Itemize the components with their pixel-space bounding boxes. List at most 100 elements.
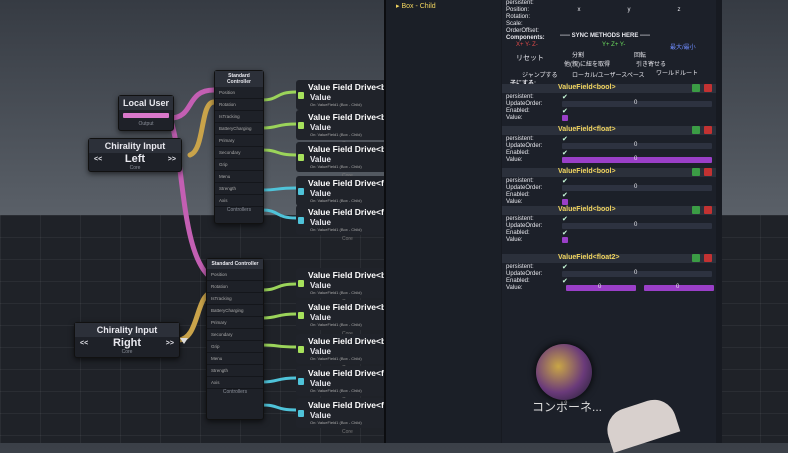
delete-icon[interactable] bbox=[704, 206, 712, 214]
update-order-value: 0 bbox=[634, 184, 638, 190]
enabled-checkbox[interactable]: ✔ bbox=[562, 277, 568, 285]
controller-bottom-title: Standard Controller bbox=[207, 259, 263, 269]
value-field-row: persistent: bbox=[506, 216, 720, 222]
local-user-title: Local User bbox=[119, 96, 173, 110]
duplicate-icon[interactable] bbox=[692, 84, 700, 92]
enabled-checkbox[interactable]: ✔ bbox=[562, 107, 568, 115]
value-field-row: Enabled: bbox=[506, 230, 720, 236]
value-field-row-label: Enabled: bbox=[506, 278, 530, 284]
value-field-title: ValueField<bool> bbox=[558, 168, 616, 175]
enabled-checkbox[interactable]: ✔ bbox=[562, 191, 568, 199]
drive-input-port[interactable] bbox=[298, 122, 304, 129]
mirror-button[interactable]: 引き寄せる bbox=[636, 59, 666, 68]
drive-input-port[interactable] bbox=[298, 378, 304, 385]
scale-label: 最大/最小 bbox=[670, 45, 696, 51]
controller-bottom-row: Grip bbox=[207, 341, 263, 353]
drive-input-port[interactable] bbox=[298, 92, 304, 99]
controller-bottom-rows: Position Rotation IsTracking BatteryChargin… bbox=[207, 269, 263, 389]
update-order-value: 0 bbox=[634, 222, 638, 228]
hierarchy-item[interactable]: ▸ Box - Child bbox=[396, 2, 436, 10]
value-field-row-label: Value: bbox=[506, 285, 523, 291]
enabled-checkbox[interactable]: ✔ bbox=[562, 149, 568, 157]
value-field-row: persistent: bbox=[506, 264, 720, 270]
controller-bottom-row: BatteryCharging bbox=[207, 305, 263, 317]
drive-input-port[interactable] bbox=[298, 410, 304, 417]
value-field-row: Enabled: bbox=[506, 192, 720, 198]
value-field-row: Enabled: bbox=[506, 150, 720, 156]
delete-icon[interactable] bbox=[704, 84, 712, 92]
reset-button[interactable]: リセット bbox=[516, 53, 544, 63]
standard-controller-bottom[interactable]: Standard Controller Position Rotation IsTr… bbox=[206, 258, 264, 420]
value-field-row-label: persistent: bbox=[506, 94, 534, 100]
axis-label-x: X+ Y- Z- bbox=[516, 42, 538, 48]
user-output-port[interactable] bbox=[123, 113, 169, 118]
persistent-checkbox[interactable]: ✔ bbox=[562, 177, 568, 185]
enabled-checkbox[interactable]: ✔ bbox=[562, 229, 568, 237]
chirality-right-prev-button[interactable]: << bbox=[80, 340, 88, 347]
local-user-node[interactable]: Local User Output bbox=[118, 95, 174, 131]
drive-input-port[interactable] bbox=[298, 346, 304, 353]
delete-icon[interactable] bbox=[704, 254, 712, 262]
value-field-title: ValueField<bool> bbox=[558, 84, 616, 91]
value-field-header: ValueField<bool> bbox=[502, 168, 716, 177]
controller-bottom-row: Primary bbox=[207, 317, 263, 329]
persistent-checkbox[interactable]: ✔ bbox=[562, 215, 568, 223]
value-field-row-label: persistent: bbox=[506, 178, 534, 184]
value-field-row-label: persistent: bbox=[506, 264, 534, 270]
value-field-row-label: UpdateOrder: bbox=[506, 185, 543, 191]
duplicate-icon[interactable] bbox=[692, 254, 700, 262]
set-parent-button[interactable]: 他(親)に紐を取得 bbox=[564, 59, 610, 68]
drive-input-port[interactable] bbox=[298, 280, 304, 287]
split-button[interactable]: 分割 bbox=[572, 50, 584, 59]
transform-label-0: persistent: bbox=[506, 0, 534, 6]
standard-controller-top[interactable]: Standard Controller Position Rotation IsTr… bbox=[214, 70, 264, 224]
persistent-checkbox[interactable]: ✔ bbox=[562, 263, 568, 271]
drive-input-port[interactable] bbox=[298, 188, 304, 195]
chirality-right-next-button[interactable]: >> bbox=[166, 340, 174, 347]
component-inspector: persistent: Position: Rotation: Scale: O… bbox=[502, 0, 716, 443]
controller-top-row: Primary bbox=[215, 135, 263, 147]
controller-bottom-row: Secondary bbox=[207, 329, 263, 341]
value-checkbox[interactable] bbox=[562, 237, 568, 243]
controller-top-row: IsTracking bbox=[215, 111, 263, 123]
drive-input-port[interactable] bbox=[298, 312, 304, 319]
chirality-left-next-button[interactable]: >> bbox=[168, 156, 176, 163]
drive-input-port[interactable] bbox=[298, 217, 304, 224]
delete-icon[interactable] bbox=[704, 126, 712, 134]
controller-bottom-row: Axis bbox=[207, 377, 263, 389]
duplicate-icon[interactable] bbox=[692, 168, 700, 176]
value-field-row-label: Value: bbox=[506, 237, 523, 243]
duplicate-icon[interactable] bbox=[692, 206, 700, 214]
value-field-header: ValueField<float> bbox=[502, 126, 716, 135]
controller-top-row: Position bbox=[215, 87, 263, 99]
local-user-sub: Output bbox=[138, 121, 154, 127]
value-field-title: ValueField<float2> bbox=[558, 254, 620, 261]
value-checkbox[interactable] bbox=[562, 199, 568, 205]
chirality-right-node[interactable]: Chirality Input << Right >> Core bbox=[74, 322, 180, 358]
controller-top-row: Strength bbox=[215, 183, 263, 195]
value-field-row-label: UpdateOrder: bbox=[506, 271, 543, 277]
sync-methods-label: ----- SYNC METHODS HERE ----- bbox=[560, 33, 650, 39]
update-order-value: 0 bbox=[634, 100, 638, 106]
value-checkbox[interactable] bbox=[562, 115, 568, 121]
update-order-value: 0 bbox=[634, 270, 638, 276]
world-root-button[interactable]: ワールドルート bbox=[656, 68, 698, 77]
rotate-button[interactable]: 回転 bbox=[634, 50, 646, 59]
delete-icon[interactable] bbox=[704, 168, 712, 176]
persistent-checkbox[interactable]: ✔ bbox=[562, 135, 568, 143]
chirality-right-sub: Core bbox=[121, 349, 133, 355]
value-text: 0 bbox=[634, 156, 638, 162]
value-field-row-label: Enabled: bbox=[506, 150, 530, 156]
local-space-button[interactable]: ローカル/ユーザースペース bbox=[572, 70, 645, 79]
duplicate-icon[interactable] bbox=[692, 126, 700, 134]
value-field-row: Value: bbox=[506, 115, 720, 121]
transform-gizmo[interactable] bbox=[536, 344, 592, 400]
persistent-checkbox[interactable]: ✔ bbox=[562, 93, 568, 101]
value-field-row: persistent: bbox=[506, 136, 720, 142]
drive-input-port[interactable] bbox=[298, 154, 304, 161]
dropdown-arrow-icon[interactable] bbox=[180, 338, 188, 344]
chirality-left-node[interactable]: Chirality Input << Left >> Core bbox=[88, 138, 182, 172]
value-field-header: ValueField<float2> bbox=[502, 254, 716, 263]
value-field-title: ValueField<float> bbox=[558, 126, 616, 133]
chirality-left-prev-button[interactable]: << bbox=[94, 156, 102, 163]
